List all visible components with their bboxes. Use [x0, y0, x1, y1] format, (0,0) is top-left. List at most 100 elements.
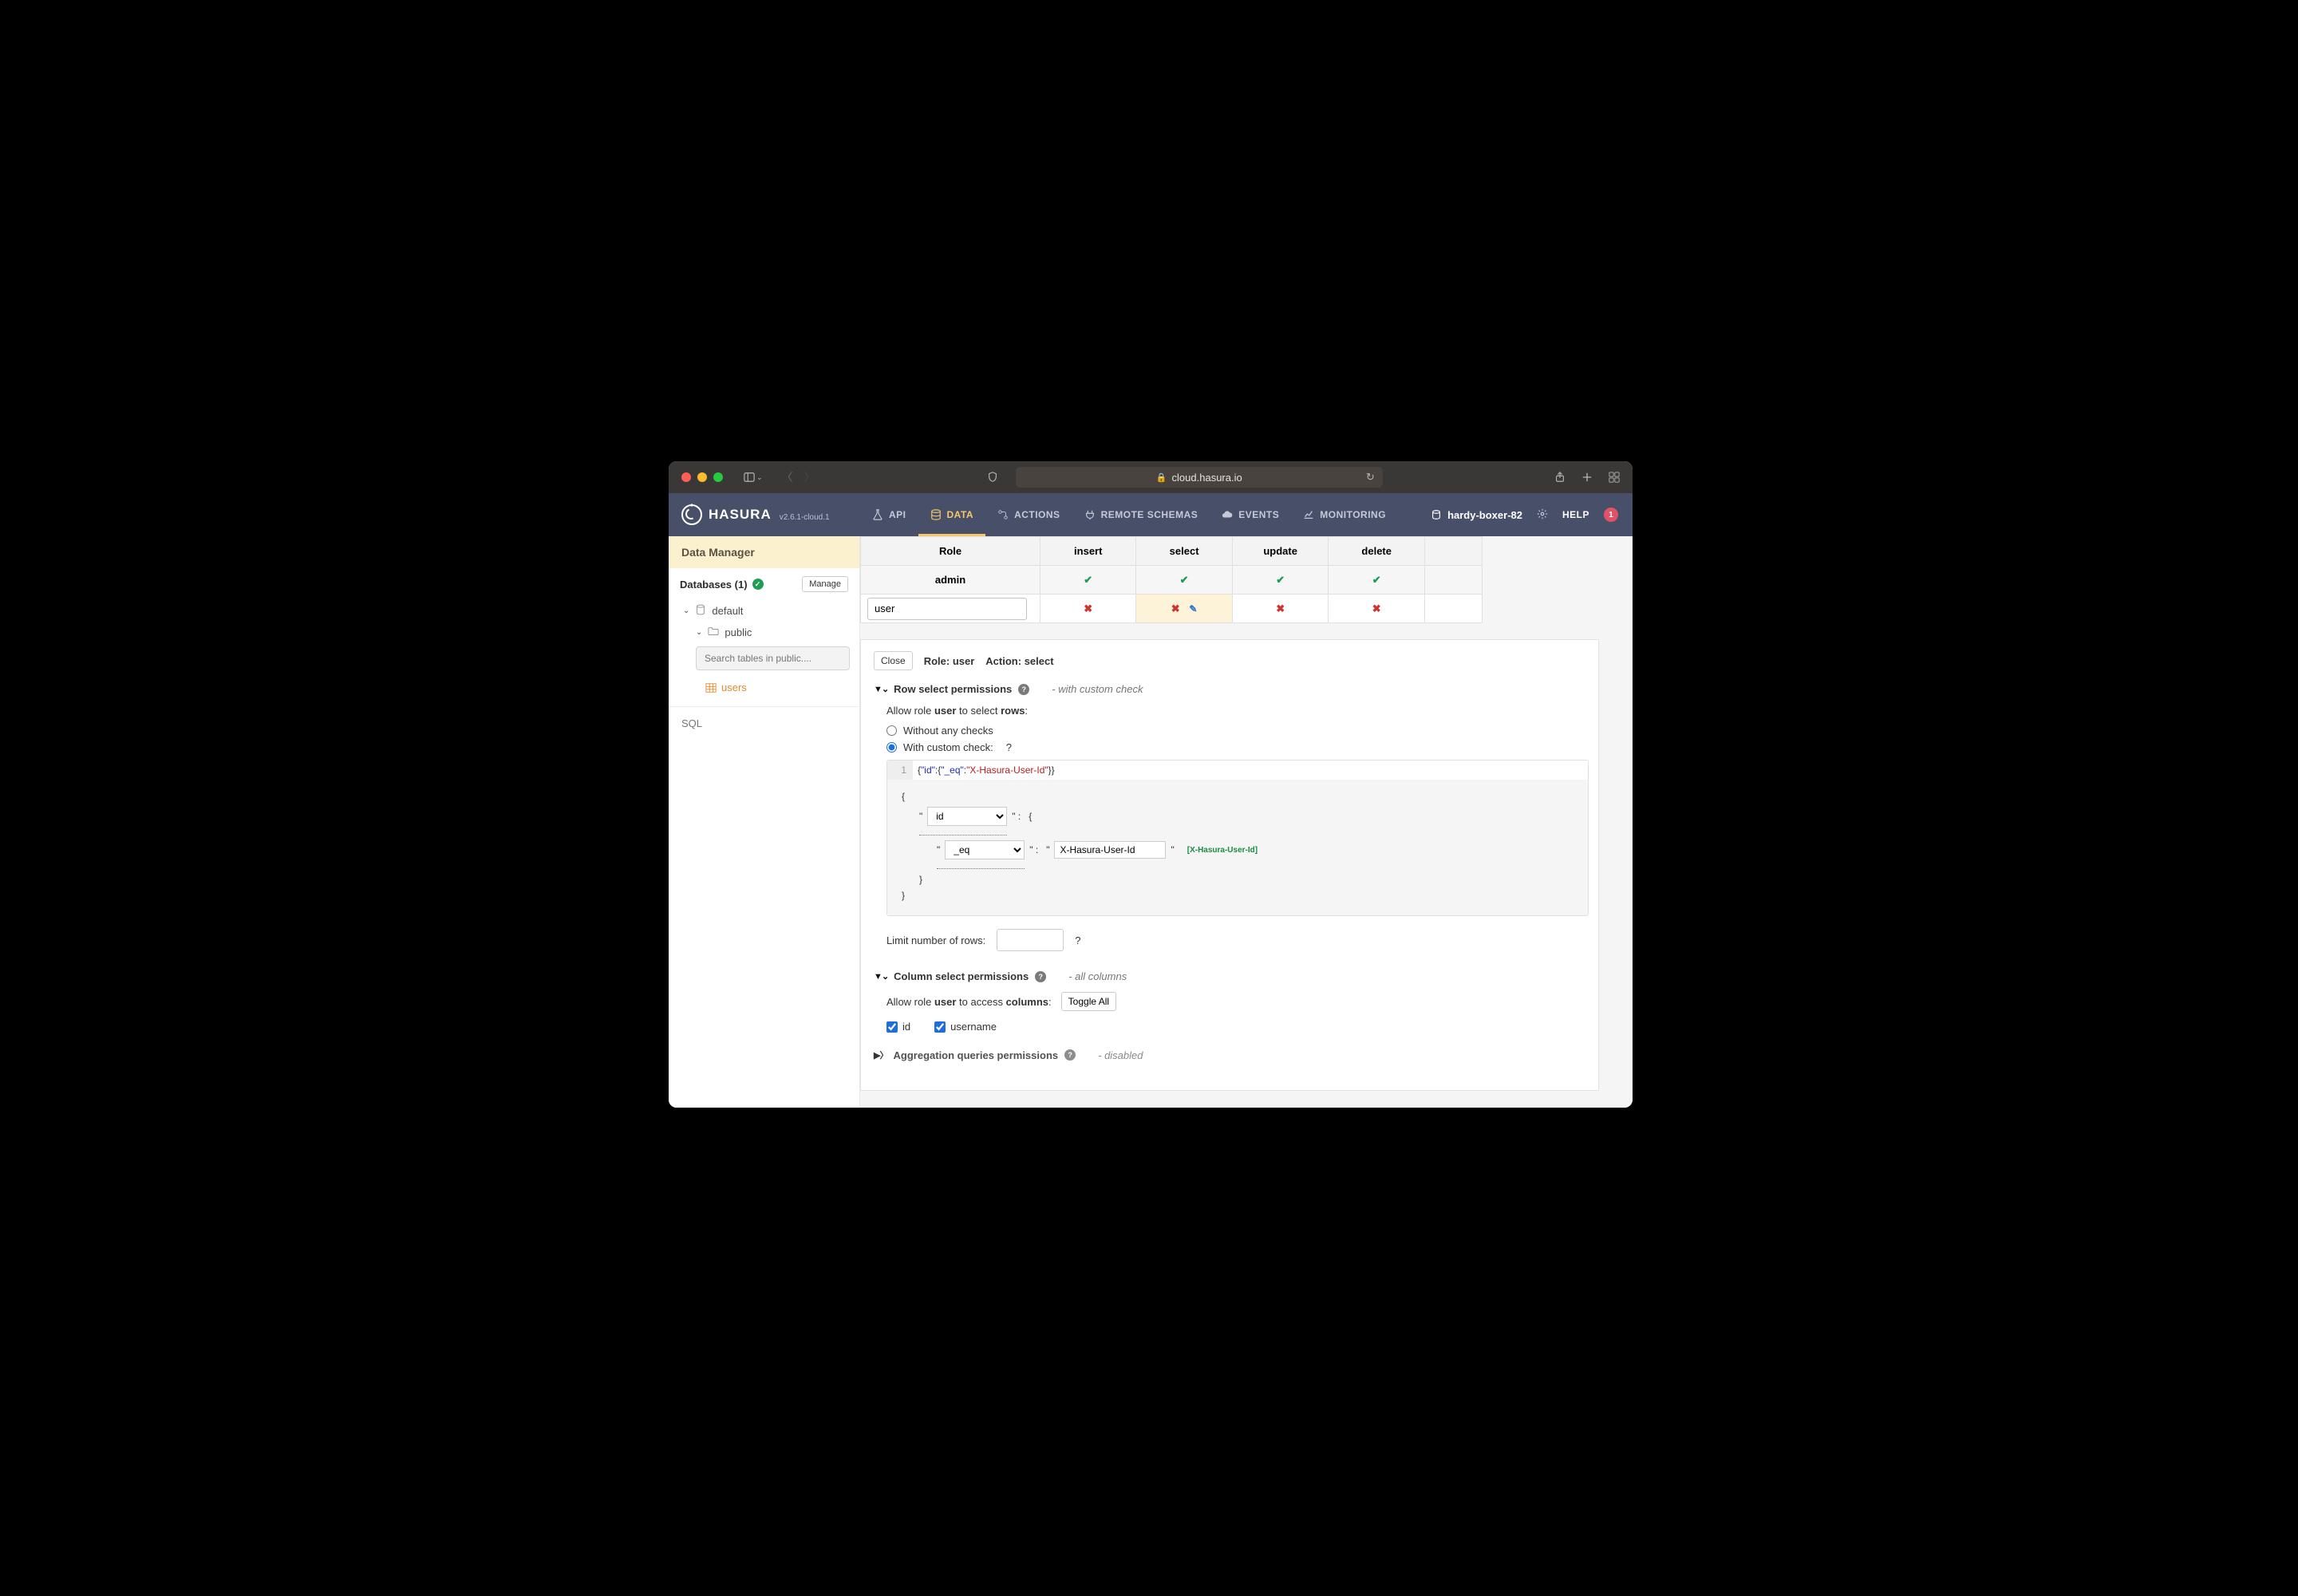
- reload-icon[interactable]: ↻: [1366, 471, 1375, 484]
- nav-forward-icon[interactable]: 〉: [804, 469, 815, 485]
- nav-back-icon[interactable]: 〈: [782, 469, 793, 485]
- row-limit-input[interactable]: [997, 929, 1064, 951]
- tab-api[interactable]: API: [860, 493, 918, 536]
- section-column-permissions[interactable]: ▼ ⌄ Column select permissions ? - all co…: [874, 970, 1585, 982]
- cross-icon: ✖: [1171, 602, 1180, 614]
- content-scroller[interactable]: Role insert select update delete admin ✔…: [860, 536, 1633, 1108]
- section-aggregation-permissions[interactable]: ▶ 〉 Aggregation queries permissions ? - …: [874, 1049, 1585, 1061]
- col-checkbox-username[interactable]: username: [934, 1021, 997, 1033]
- hasura-nav: HASURA v2.6.1-cloud.1 API DATA ACTIONS R…: [669, 493, 1633, 536]
- brand: HASURA v2.6.1-cloud.1: [669, 504, 860, 525]
- chart-line-icon: [1303, 509, 1314, 520]
- table-search-input[interactable]: [696, 646, 850, 670]
- collapse-toggle-icon: ▼ ⌄: [874, 971, 887, 982]
- sidebar: Data Manager Databases (1) ✓ Manage ⌄ de…: [669, 536, 860, 1108]
- plug-icon: [1084, 509, 1096, 520]
- databases-header: Databases (1) ✓ Manage: [669, 568, 859, 600]
- window-zoom-icon[interactable]: [713, 472, 723, 482]
- radio-without-checks[interactable]: Without any checks: [886, 725, 1585, 737]
- tab-events[interactable]: EVENTS: [1210, 493, 1291, 536]
- pencil-icon: ✎: [1189, 603, 1197, 614]
- section-row-permissions[interactable]: ▼ ⌄ Row select permissions ? - with cust…: [874, 683, 1585, 695]
- window-close-icon[interactable]: [681, 472, 691, 482]
- chevron-down-icon: ⌄: [683, 606, 689, 615]
- browser-window: ⌄ 〈 〉 🔒 cloud.hasura.io ↻: [669, 461, 1633, 1108]
- help-icon[interactable]: ?: [1064, 1049, 1076, 1061]
- help-icon[interactable]: ?: [1035, 971, 1046, 982]
- help-link[interactable]: HELP: [1562, 509, 1589, 520]
- brand-name: HASURA: [709, 507, 772, 523]
- flask-icon: [872, 509, 883, 520]
- role-indicator: Role: user: [924, 655, 975, 667]
- check-icon: ✔: [1276, 574, 1285, 586]
- permission-rule-box: 1 {"id":{"_eq":"X-Hasura-User-Id"}} { " …: [886, 760, 1589, 916]
- th-select: select: [1136, 537, 1232, 566]
- browser-titlebar: ⌄ 〈 〉 🔒 cloud.hasura.io ↻: [669, 461, 1633, 493]
- add-field-slot[interactable]: [919, 831, 1007, 836]
- rule-json-raw[interactable]: 1 {"id":{"_eq":"X-Hasura-User-Id"}}: [887, 760, 1588, 780]
- col-perm-sentence: Allow role user to access columns:: [886, 996, 1052, 1008]
- db-node[interactable]: ⌄ default: [683, 600, 859, 622]
- collapse-toggle-icon: ▼ ⌄: [874, 684, 887, 694]
- row-perm-sentence: Allow role user to select rows:: [886, 705, 1585, 717]
- role-name-input[interactable]: [867, 598, 1027, 620]
- perm-row-admin: admin ✔ ✔ ✔ ✔: [861, 566, 1483, 595]
- share-icon[interactable]: [1554, 472, 1566, 483]
- folder-open-icon: [708, 626, 719, 639]
- schema-node[interactable]: ⌄ public: [683, 622, 859, 643]
- sidebar-title: Data Manager: [669, 536, 859, 568]
- th-role: Role: [861, 537, 1040, 566]
- table-node-users[interactable]: users: [669, 678, 859, 701]
- close-button[interactable]: Close: [874, 651, 913, 670]
- table-icon: [705, 682, 717, 693]
- tabs-overview-icon[interactable]: [1609, 472, 1620, 483]
- help-icon[interactable]: ?: [1018, 684, 1029, 695]
- tab-remote-schemas[interactable]: REMOTE SCHEMAS: [1072, 493, 1210, 536]
- add-field-slot[interactable]: [937, 864, 1025, 869]
- address-bar[interactable]: 🔒 cloud.hasura.io ↻: [1016, 467, 1383, 488]
- sidebar-toggle-icon[interactable]: ⌄: [744, 472, 763, 483]
- manage-button[interactable]: Manage: [802, 576, 848, 592]
- database-icon: [695, 604, 706, 618]
- permission-editor: Close Role: user Action: select ▼ ⌄ Row …: [860, 639, 1599, 1091]
- perm-row-user: ✖ ✖ ✎ ✖ ✖: [861, 595, 1483, 623]
- url-text: cloud.hasura.io: [1172, 472, 1242, 484]
- project-selector[interactable]: hardy-boxer-82: [1431, 509, 1522, 521]
- database-icon: [930, 509, 942, 520]
- action-indicator: Action: select: [985, 655, 1053, 667]
- limit-label: Limit number of rows:: [886, 934, 985, 946]
- check-icon: ✔: [1372, 574, 1381, 586]
- th-delete: delete: [1329, 537, 1424, 566]
- settings-icon[interactable]: [1537, 508, 1548, 522]
- tab-data[interactable]: DATA: [918, 493, 986, 536]
- cross-icon: ✖: [1084, 602, 1092, 614]
- col-checkbox-id[interactable]: id: [886, 1021, 910, 1033]
- radio-custom-check[interactable]: With custom check: ?: [886, 741, 1585, 753]
- help-icon[interactable]: ?: [1075, 934, 1080, 946]
- sql-link[interactable]: SQL: [669, 706, 859, 740]
- value-input[interactable]: [1054, 841, 1166, 859]
- chevron-down-icon: ⌄: [696, 628, 702, 637]
- perm-cell-user-select[interactable]: ✖ ✎: [1136, 595, 1232, 623]
- th-extra: [1424, 537, 1482, 566]
- window-minimize-icon[interactable]: [697, 472, 707, 482]
- new-tab-icon[interactable]: [1581, 472, 1593, 483]
- actions-icon: [997, 509, 1009, 520]
- notification-badge[interactable]: 1: [1604, 508, 1618, 522]
- permissions-table: Role insert select update delete admin ✔…: [860, 536, 1483, 623]
- operator-select[interactable]: _eq: [945, 840, 1025, 859]
- project-icon: [1431, 509, 1442, 520]
- rule-builder: { " id " : { " _eq " : " " [X-Hasura-Use…: [887, 780, 1588, 915]
- cloud-icon: [1222, 509, 1233, 520]
- brand-version: v2.6.1-cloud.1: [780, 513, 830, 522]
- check-icon: ✔: [1084, 574, 1092, 586]
- toggle-all-button[interactable]: Toggle All: [1061, 992, 1116, 1011]
- lock-icon: 🔒: [1156, 472, 1167, 483]
- th-update: update: [1232, 537, 1329, 566]
- privacy-shield-icon[interactable]: [987, 472, 998, 483]
- tab-monitoring[interactable]: MONITORING: [1291, 493, 1398, 536]
- help-icon[interactable]: ?: [1006, 741, 1012, 753]
- tab-actions[interactable]: ACTIONS: [985, 493, 1072, 536]
- field-select[interactable]: id: [927, 807, 1007, 826]
- status-ok-icon: ✓: [752, 579, 764, 590]
